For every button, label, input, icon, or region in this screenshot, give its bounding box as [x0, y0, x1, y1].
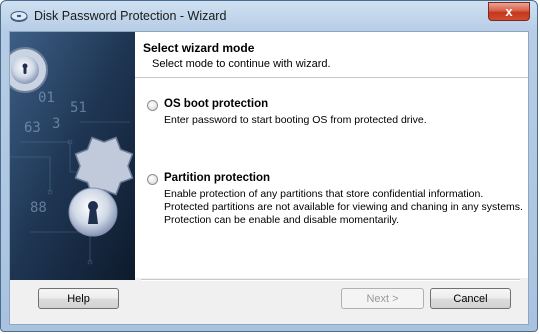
svg-text:01: 01: [38, 90, 55, 106]
disk-key-icon: [10, 11, 28, 22]
help-button[interactable]: Help: [38, 288, 119, 309]
header-subtitle: Select mode to continue with wizard.: [152, 58, 331, 70]
svg-text:88: 88: [30, 200, 47, 216]
svg-text:3: 3: [52, 116, 60, 132]
option-description-line: Enter password to start booting OS from …: [164, 114, 427, 126]
wizard-window: Disk Password Protection - Wizard x 01 6…: [0, 0, 538, 332]
svg-text:51: 51: [70, 100, 87, 116]
window-title: Disk Password Protection - Wizard: [34, 9, 227, 23]
option-description: Enter password to start booting OS from …: [164, 114, 427, 127]
wizard-client-area: 01 63 3 51 88 Select wizard mode Select …: [9, 31, 529, 325]
option-description-line: Protection can be enable and disable mom…: [164, 214, 400, 226]
svg-text:63: 63: [24, 120, 41, 136]
option-title[interactable]: OS boot protection: [164, 98, 268, 110]
option-title[interactable]: Partition protection: [164, 172, 270, 184]
title-bar[interactable]: Disk Password Protection - Wizard x: [1, 1, 537, 31]
close-icon: x: [505, 4, 513, 19]
wizard-header: Select wizard mode Select mode to contin…: [135, 32, 528, 78]
header-title: Select wizard mode: [143, 41, 255, 55]
partition-radio[interactable]: [147, 174, 158, 185]
banner-image: 01 63 3 51 88: [10, 32, 135, 280]
close-button[interactable]: x: [488, 2, 530, 21]
option-description-line: Enable protection of any partitions that…: [164, 188, 484, 200]
next-button[interactable]: Next >: [341, 288, 424, 309]
option-description: Enable protection of any partitions that…: [164, 188, 523, 227]
os-boot-radio[interactable]: [147, 100, 158, 111]
cancel-button[interactable]: Cancel: [430, 288, 511, 309]
option-description-line: Protected partitions are not available f…: [164, 201, 523, 213]
wizard-content: OS boot protection Enter password to sta…: [135, 78, 528, 278]
footer-separator: [141, 279, 520, 281]
